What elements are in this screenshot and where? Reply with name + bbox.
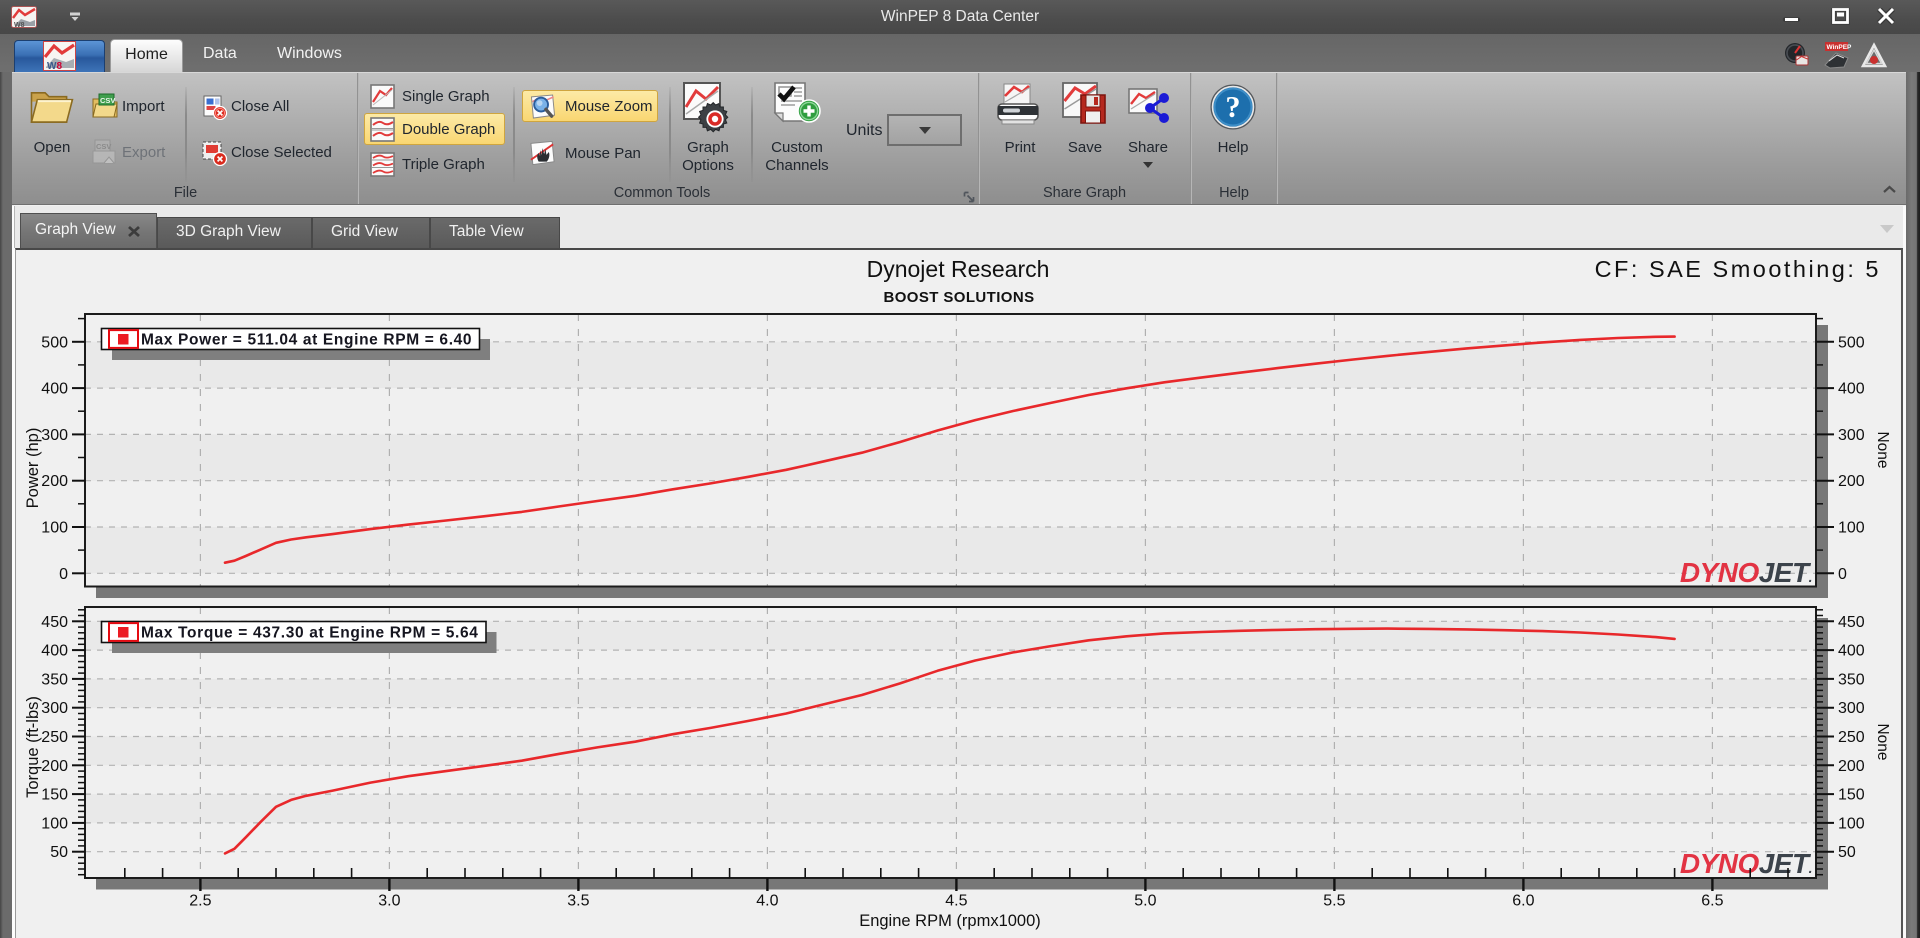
- svg-text:200: 200: [41, 473, 68, 490]
- svg-text:2.5: 2.5: [189, 893, 211, 910]
- svg-text:400: 400: [1838, 643, 1865, 660]
- svg-text:400: 400: [41, 381, 68, 398]
- svg-text:250: 250: [1838, 729, 1865, 746]
- svg-text:150: 150: [1838, 787, 1865, 804]
- svg-text:BOOST SOLUTIONS: BOOST SOLUTIONS: [883, 289, 1034, 306]
- svg-text:400: 400: [1838, 381, 1865, 398]
- svg-text:50: 50: [50, 844, 68, 861]
- svg-text:100: 100: [41, 520, 68, 537]
- svg-text:400: 400: [41, 643, 68, 660]
- svg-text:350: 350: [41, 671, 68, 688]
- svg-text:100: 100: [41, 815, 68, 832]
- svg-text:Dynojet Research: Dynojet Research: [867, 256, 1050, 282]
- svg-text:6.5: 6.5: [1701, 893, 1723, 910]
- svg-text:Engine RPM (rpmx1000): Engine RPM (rpmx1000): [859, 912, 1041, 930]
- svg-text:450: 450: [1838, 614, 1865, 631]
- svg-text:4.5: 4.5: [945, 893, 967, 910]
- svg-text:500: 500: [41, 334, 68, 351]
- svg-text:200: 200: [1838, 758, 1865, 775]
- svg-text:Max Torque = 437.30 at Engine: Max Torque = 437.30 at Engine RPM = 5.64: [141, 625, 479, 642]
- svg-text:300: 300: [41, 427, 68, 444]
- svg-text:DYNOJET.: DYNOJET.: [1680, 557, 1812, 588]
- svg-text:150: 150: [41, 787, 68, 804]
- svg-text:4.0: 4.0: [756, 893, 778, 910]
- svg-text:300: 300: [1838, 700, 1865, 717]
- svg-text:None: None: [1874, 723, 1891, 760]
- svg-text:5.0: 5.0: [1134, 893, 1156, 910]
- svg-text:3.5: 3.5: [567, 893, 589, 910]
- svg-text:350: 350: [1838, 671, 1865, 688]
- svg-text:100: 100: [1838, 520, 1865, 537]
- svg-text:300: 300: [1838, 427, 1865, 444]
- svg-text:Power (hp): Power (hp): [24, 428, 42, 509]
- svg-text:500: 500: [1838, 334, 1865, 351]
- svg-text:CF: SAE Smoothing: 5: CF: SAE Smoothing: 5: [1595, 256, 1881, 282]
- svg-text:250: 250: [41, 729, 68, 746]
- svg-text:300: 300: [41, 700, 68, 717]
- svg-text:200: 200: [1838, 473, 1865, 490]
- svg-text:None: None: [1874, 431, 1891, 468]
- svg-text:100: 100: [1838, 815, 1865, 832]
- svg-text:450: 450: [41, 614, 68, 631]
- svg-text:0: 0: [1838, 566, 1847, 583]
- svg-text:5.5: 5.5: [1323, 893, 1345, 910]
- svg-text:DYNOJET.: DYNOJET.: [1680, 848, 1812, 879]
- svg-text:Max Power = 511.04 at Engine R: Max Power = 511.04 at Engine RPM = 6.40: [141, 332, 472, 349]
- svg-text:50: 50: [1838, 844, 1856, 861]
- svg-text:200: 200: [41, 758, 68, 775]
- svg-text:6.0: 6.0: [1512, 893, 1534, 910]
- svg-text:Torque (ft-lbs): Torque (ft-lbs): [24, 696, 42, 798]
- svg-text:3.0: 3.0: [378, 893, 400, 910]
- svg-text:0: 0: [59, 566, 68, 583]
